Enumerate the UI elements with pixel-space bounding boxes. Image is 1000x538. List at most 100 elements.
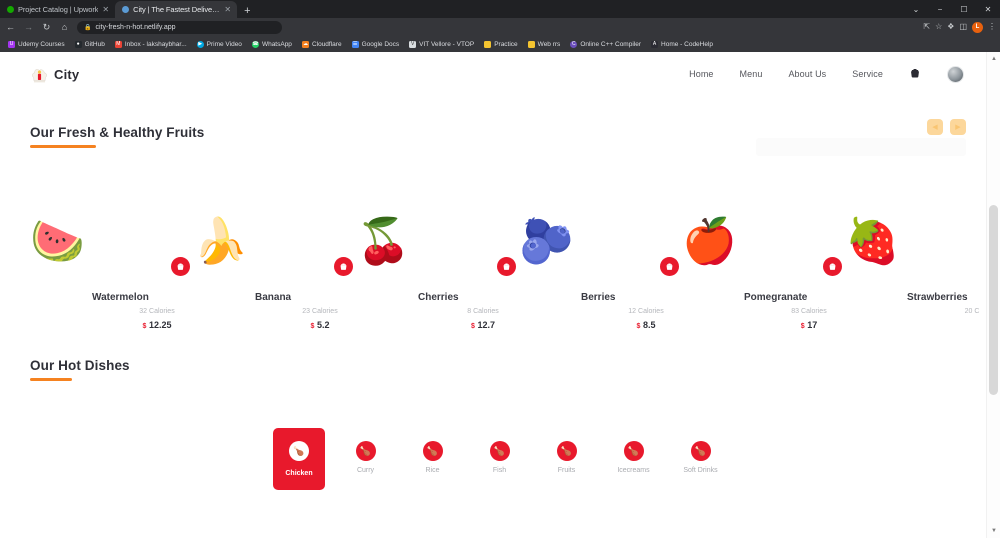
profile-avatar[interactable]: L — [972, 21, 983, 33]
category-label: Rice — [425, 467, 440, 474]
category-label: Chicken — [285, 470, 313, 477]
carousel-prev-button[interactable]: ◀ — [927, 119, 943, 135]
bookmarks-bar: U Udemy Courses ● GitHub M Inbox - lakshayb… — [0, 36, 1000, 52]
url-text: city-fresh-n-hot.netlify.app — [95, 23, 176, 31]
bookmark-item[interactable]: U Udemy Courses — [3, 40, 70, 48]
forward-icon[interactable]: → — [23, 22, 34, 32]
bookmark-favicon: U — [8, 40, 15, 48]
close-icon[interactable]: ✕ — [976, 0, 1000, 18]
add-to-cart-button[interactable] — [334, 257, 353, 276]
bookmark-item[interactable]: ● GitHub — [70, 40, 110, 48]
fruit-card[interactable]: 🫐 Berries 12 Calories $ 8.5 — [519, 220, 699, 340]
cart-icon[interactable] — [909, 67, 921, 82]
bookmark-favicon: ☁ — [301, 40, 309, 48]
fruits-section-title: Our Fresh & Healthy Fruits — [30, 125, 205, 140]
reload-icon[interactable]: ↻ — [41, 22, 52, 32]
category-label: Icecreams — [617, 467, 650, 474]
tab-title: City | The Fastest Delivery In Your — [133, 5, 220, 14]
category-tab-fish[interactable]: 🍗 Fish — [466, 437, 533, 499]
nav-link-menu[interactable]: Menu — [740, 69, 763, 79]
bookmark-item[interactable]: C Online C++ Compiler — [565, 40, 646, 48]
fruit-card[interactable]: 🍉 Watermelon 32 Calories $ 12.25 — [30, 220, 210, 340]
add-to-cart-button[interactable] — [660, 257, 679, 276]
scroll-up-arrow-icon[interactable]: ▲ — [987, 52, 1000, 66]
fruits-title-wrap: Our Fresh & Healthy Fruits — [30, 125, 204, 148]
home-icon[interactable]: ⌂ — [59, 22, 70, 32]
fruit-card[interactable]: 🍌 Banana 23 Calories $ 5.2 — [193, 220, 373, 340]
add-to-cart-button[interactable] — [497, 257, 516, 276]
new-tab-button[interactable]: + — [237, 6, 257, 18]
category-tab-fruits[interactable]: 🍗 Fruits — [533, 437, 600, 499]
tab-favicon — [7, 6, 14, 13]
add-to-cart-button[interactable] — [823, 257, 842, 276]
category-tab-curry[interactable]: 🍗 Curry — [332, 437, 399, 499]
bookmark-star-icon[interactable]: ☆ — [935, 23, 942, 31]
curry-icon: 🍗 — [355, 441, 376, 461]
bookmark-item[interactable]: ☁ Cloudflare — [297, 40, 347, 48]
page-scrollbar[interactable]: ▲ ▼ — [986, 52, 1000, 538]
fruits-carousel-controls: ◀ ▶ — [927, 119, 966, 135]
category-tab-soft-drinks[interactable]: 🍗 Soft Drinks — [667, 437, 734, 499]
nav-link-service[interactable]: Service — [852, 69, 883, 79]
bookmark-item[interactable]: Web rrs — [523, 40, 566, 48]
url-bar[interactable]: 🔒 city-fresh-n-hot.netlify.app — [77, 20, 282, 34]
minimize-icon[interactable]: − — [928, 0, 952, 18]
bookmark-item[interactable]: A Home - CodeHelp — [646, 40, 718, 48]
bookmark-label: Home - CodeHelp — [661, 40, 714, 48]
toolbar-right: ⇱ ☆ ❖ ◫ L ⋮ — [923, 18, 996, 36]
extensions-icon[interactable]: ❖ — [947, 23, 954, 31]
fruit-emoji: 🍉 — [30, 217, 85, 266]
dishes-section-title: Our Hot Dishes — [30, 358, 130, 373]
back-icon[interactable]: ← — [5, 22, 16, 32]
share-icon[interactable]: ⇱ — [923, 23, 930, 31]
fruit-card[interactable]: 🍒 Cherries 8 Calories $ 12.7 — [356, 220, 536, 340]
bookmark-label: Web rrs — [537, 40, 561, 48]
price-value: 8.5 — [642, 320, 656, 330]
category-tab-rice[interactable]: 🍗 Rice — [399, 437, 466, 499]
tab-close-icon[interactable]: ✕ — [224, 5, 231, 14]
maximize-icon[interactable]: ☐ — [952, 0, 976, 18]
tab-close-icon[interactable]: ✕ — [102, 5, 109, 14]
bookmark-favicon: V — [409, 40, 417, 48]
bookmark-label: Udemy Courses — [18, 40, 65, 48]
brand-logo-group[interactable]: City — [30, 65, 79, 84]
add-to-cart-button[interactable] — [171, 257, 190, 276]
dish-category-tabs: 🍗 Chicken 🍗 Curry 🍗 Rice 🍗 Fish 🍗 Fruits… — [0, 428, 1000, 499]
category-tab-chicken[interactable]: 🍗 Chicken — [273, 428, 325, 490]
fruit-card[interactable]: 🍎 Pomegranate 83 Calories $ 17 — [682, 220, 862, 340]
chicken-icon: 🍗 — [289, 441, 309, 461]
browser-menu-icon[interactable]: ⋮ — [988, 23, 996, 31]
fruit-card[interactable]: 🍓 Strawberries 20 C — [845, 220, 1000, 340]
category-label: Soft Drinks — [683, 467, 718, 474]
bookmark-item[interactable]: ▶ Prime Video — [192, 40, 247, 48]
chevron-down-icon[interactable]: ⌄ — [904, 0, 928, 18]
bookmark-item[interactable]: M Inbox - lakshaybhar... — [110, 40, 192, 48]
bookmark-favicon — [484, 40, 492, 48]
side-panel-icon[interactable]: ◫ — [959, 23, 967, 31]
carousel-next-button[interactable]: ▶ — [950, 119, 966, 135]
window-controls: ⌄ − ☐ ✕ — [904, 0, 1000, 18]
browser-tab-1[interactable]: Project Catalog | Upwork ✕ — [0, 1, 115, 18]
bookmark-label: Cloudflare — [311, 40, 342, 48]
bookmark-favicon: A — [651, 40, 659, 48]
fruit-image: 🍌 — [193, 220, 301, 290]
fruits-section-header: Our Fresh & Healthy Fruits ◀ ▶ — [0, 119, 1000, 148]
bookmark-item[interactable]: ☰ Google Docs — [347, 40, 405, 48]
bookmark-label: VIT Vellore - VTOP — [419, 40, 475, 48]
nav-link-about-us[interactable]: About Us — [788, 69, 826, 79]
browser-tab-2[interactable]: City | The Fastest Delivery In Your ✕ — [115, 1, 238, 18]
scroll-down-arrow-icon[interactable]: ▼ — [987, 524, 1000, 538]
icecream-icon: 🍗 — [623, 441, 644, 461]
bookmark-item[interactable]: V VIT Vellore - VTOP — [404, 40, 479, 48]
bookmark-favicon: ☰ — [351, 40, 359, 48]
bookmark-label: Online C++ Compiler — [580, 40, 642, 48]
currency-symbol: $ — [310, 323, 315, 330]
bookmark-item[interactable]: ☎ WhatsApp — [247, 40, 297, 48]
site-nav: Home Menu About Us Service — [689, 65, 964, 83]
nav-link-home[interactable]: Home — [689, 69, 713, 79]
fruit-image: 🍉 — [30, 220, 138, 290]
user-avatar[interactable] — [947, 65, 964, 83]
category-tab-icecreams[interactable]: 🍗 Icecreams — [600, 437, 667, 499]
scrollbar-thumb[interactable] — [989, 205, 998, 395]
bookmark-item[interactable]: Practice — [479, 40, 522, 48]
